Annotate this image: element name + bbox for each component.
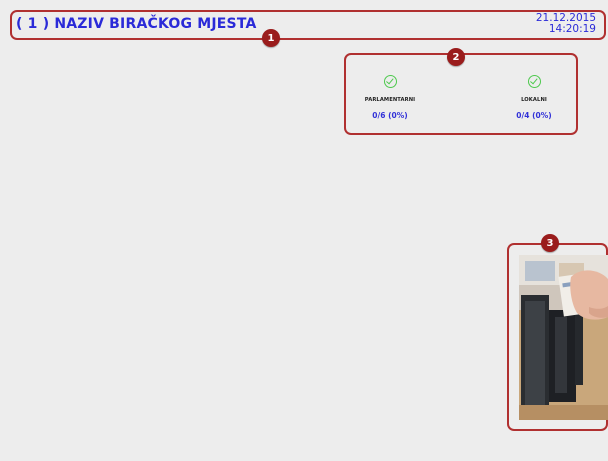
marker-1: 1 [262,29,280,47]
election-parlamentarni[interactable]: PARLAMENTARNI 0/6 (0%) [345,75,435,120]
card-reader-panel [507,243,608,431]
election-name: PARLAMENTARNI [364,97,416,103]
election-count: 0/6 (0%) [372,111,408,120]
header-bar: ( 1 ) NAZIV BIRAČKOG MJESTA 21.12.2015 1… [10,10,606,40]
marker-2: 2 [447,48,465,66]
polling-station-title: ( 1 ) NAZIV BIRAČKOG MJESTA [16,16,257,32]
elections-panel: PARLAMENTARNI 0/6 (0%) LOKALNI 0/4 (0%) [344,53,578,135]
time-text: 14:20:19 [548,23,596,35]
check-circle-icon [527,75,541,88]
election-lokalni[interactable]: LOKALNI 0/4 (0%) [489,75,579,120]
election-count: 0/4 (0%) [516,111,552,120]
election-name: LOKALNI [521,97,547,103]
check-circle-icon [383,75,397,88]
marker-3: 3 [541,234,559,252]
card-reader-photo [519,255,608,420]
datetime-display: 21.12.2015 14:20:19 [536,13,596,35]
